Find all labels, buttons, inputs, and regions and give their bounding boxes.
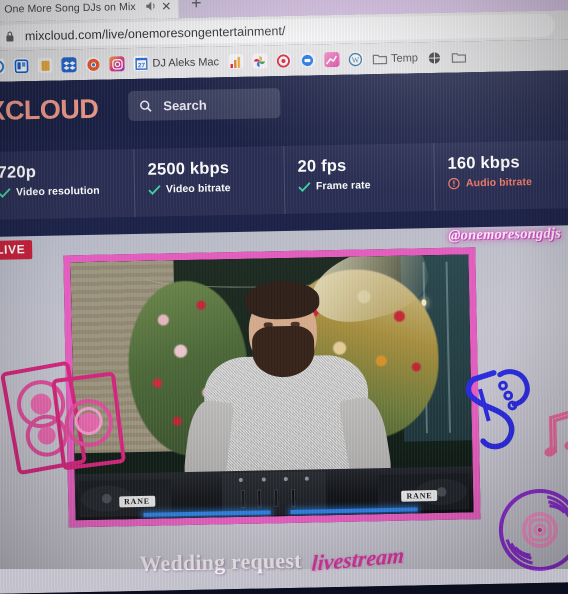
stat-label: Audio bitrate [465,176,533,190]
stat-frame-rate: 20 fps Frame rate [283,143,434,214]
bookmark-label-temp: Temp [390,51,419,65]
bookmark-folder-2[interactable] [451,49,466,64]
stat-value: 2500 kbps [147,159,230,179]
stat-value: 20 fps [297,156,347,176]
bookmark-blue-dot[interactable] [299,52,316,68]
bookmark-notes[interactable] [37,57,53,73]
speaker-sound-icon[interactable] [145,1,157,12]
bookmark-trello[interactable] [13,58,29,74]
music-notes-doodle [542,405,568,469]
mixer-fader [240,489,246,509]
gear-label-rane-left: RANE [118,495,156,508]
video-player[interactable]: RANE RANE [63,247,481,528]
pink-graph-icon [323,51,340,68]
blue-spiral-icon [0,58,5,74]
stat-video-bitrate: 2500 kbps Video bitrate [133,146,284,217]
stat-label: Frame rate [315,179,371,193]
dj-hair [244,280,320,320]
mixcloud-live-page: MIXCLOUD Search 720p Video resolution 25… [0,70,568,594]
check-icon [298,181,311,192]
mixer-knob [304,476,309,481]
stat-value: 160 kbps [447,153,520,173]
status-badge-live: LIVE [0,240,33,260]
stat-label: Video resolution [15,184,100,199]
wordpress-icon: W [347,51,364,67]
channel-handle: @onemoresongdjs [448,225,562,244]
speaker-doodle-right [51,371,127,471]
dj-head [244,280,320,379]
search-icon [139,99,153,112]
mixer-fader [290,488,295,508]
video-frame: RANE RANE [70,254,474,521]
mixcloud-logo[interactable]: MIXCLOUD [0,94,99,128]
trello-board-icon [13,58,29,74]
url-text: mixcloud.com/live/onemoresongentertainme… [24,23,286,43]
svg-text:27: 27 [137,62,145,69]
monitor-photo: One More Song DJs on Mix ✕ + mixcloud.co… [0,0,568,594]
new-tab-button[interactable]: + [186,0,206,14]
blue-circle-icon [299,52,316,68]
globe-icon [427,50,442,65]
stat-audio-bitrate: 160 kbps Audio bitrate [433,140,568,211]
bookmark-globe[interactable] [427,50,442,65]
dj-deck: RANE RANE [74,465,474,521]
close-icon[interactable]: ✕ [160,0,172,13]
stat-value: 720p [0,162,37,182]
screen-content: One More Song DJs on Mix ✕ + mixcloud.co… [0,0,568,594]
bookmark-label-dj-aleks-mac: DJ Aleks Mac [152,55,220,70]
folder-icon [372,51,387,66]
warning-exclamation-icon [448,177,461,190]
instagram-icon [109,56,125,72]
mixer-knob [284,476,289,481]
bookmark-analytics[interactable] [227,53,244,70]
caption-main-text: Wedding request [139,547,302,576]
search-input[interactable]: Search [128,88,281,122]
folder-icon [451,49,466,64]
yellow-note-icon [37,57,53,73]
bookmark-blue-circle[interactable] [0,58,5,74]
mixer-fader [257,489,262,509]
mixer-knob [261,477,266,482]
saxophone-doodle [460,362,536,455]
bookmark-dropbox[interactable] [61,57,77,73]
bookmark-calendar[interactable]: 27 DJ Aleks Mac [133,54,220,72]
pinwheel-icon [251,53,268,69]
calendar-27-icon: 27 [133,55,149,72]
red-target-icon [275,52,292,69]
bookmark-instagram[interactable] [109,56,125,72]
mixer-fader [274,488,279,508]
mixer-knob [238,477,243,482]
bookmark-wordpress[interactable]: W [347,51,364,67]
gear-label-rane-right: RANE [401,489,438,502]
browser-tab-title: One More Song DJs on Mix [4,0,136,16]
bar-chart-icon [227,53,244,70]
broadcast-caption: Wedding request livestream [139,542,405,577]
stream-health-stats: 720p Video resolution 2500 kbps Video bi… [0,140,568,221]
svg-text:W: W [352,55,360,64]
bookmark-chrome[interactable] [85,56,101,72]
vinyl-instagram-badge[interactable] [496,486,568,574]
bookmark-google-photos[interactable] [251,53,268,69]
broadcast-stage: LIVE @onemoresongdjs RANE RANE Wedding r… [0,224,568,594]
check-icon [148,184,161,195]
stat-label: Video bitrate [165,182,231,196]
site-header: MIXCLOUD Search [0,70,568,141]
caption-script-text: livestream [311,542,405,576]
bookmark-target[interactable] [275,52,292,69]
check-icon [0,187,11,198]
bookmark-folder-temp[interactable]: Temp [372,50,418,66]
dropbox-icon [61,57,77,73]
lock-icon[interactable] [5,30,16,42]
bookmark-pink-chart[interactable] [323,51,340,68]
chrome-icon [85,56,101,72]
search-placeholder: Search [163,97,207,113]
stat-video-resolution: 720p Video resolution [0,149,135,220]
